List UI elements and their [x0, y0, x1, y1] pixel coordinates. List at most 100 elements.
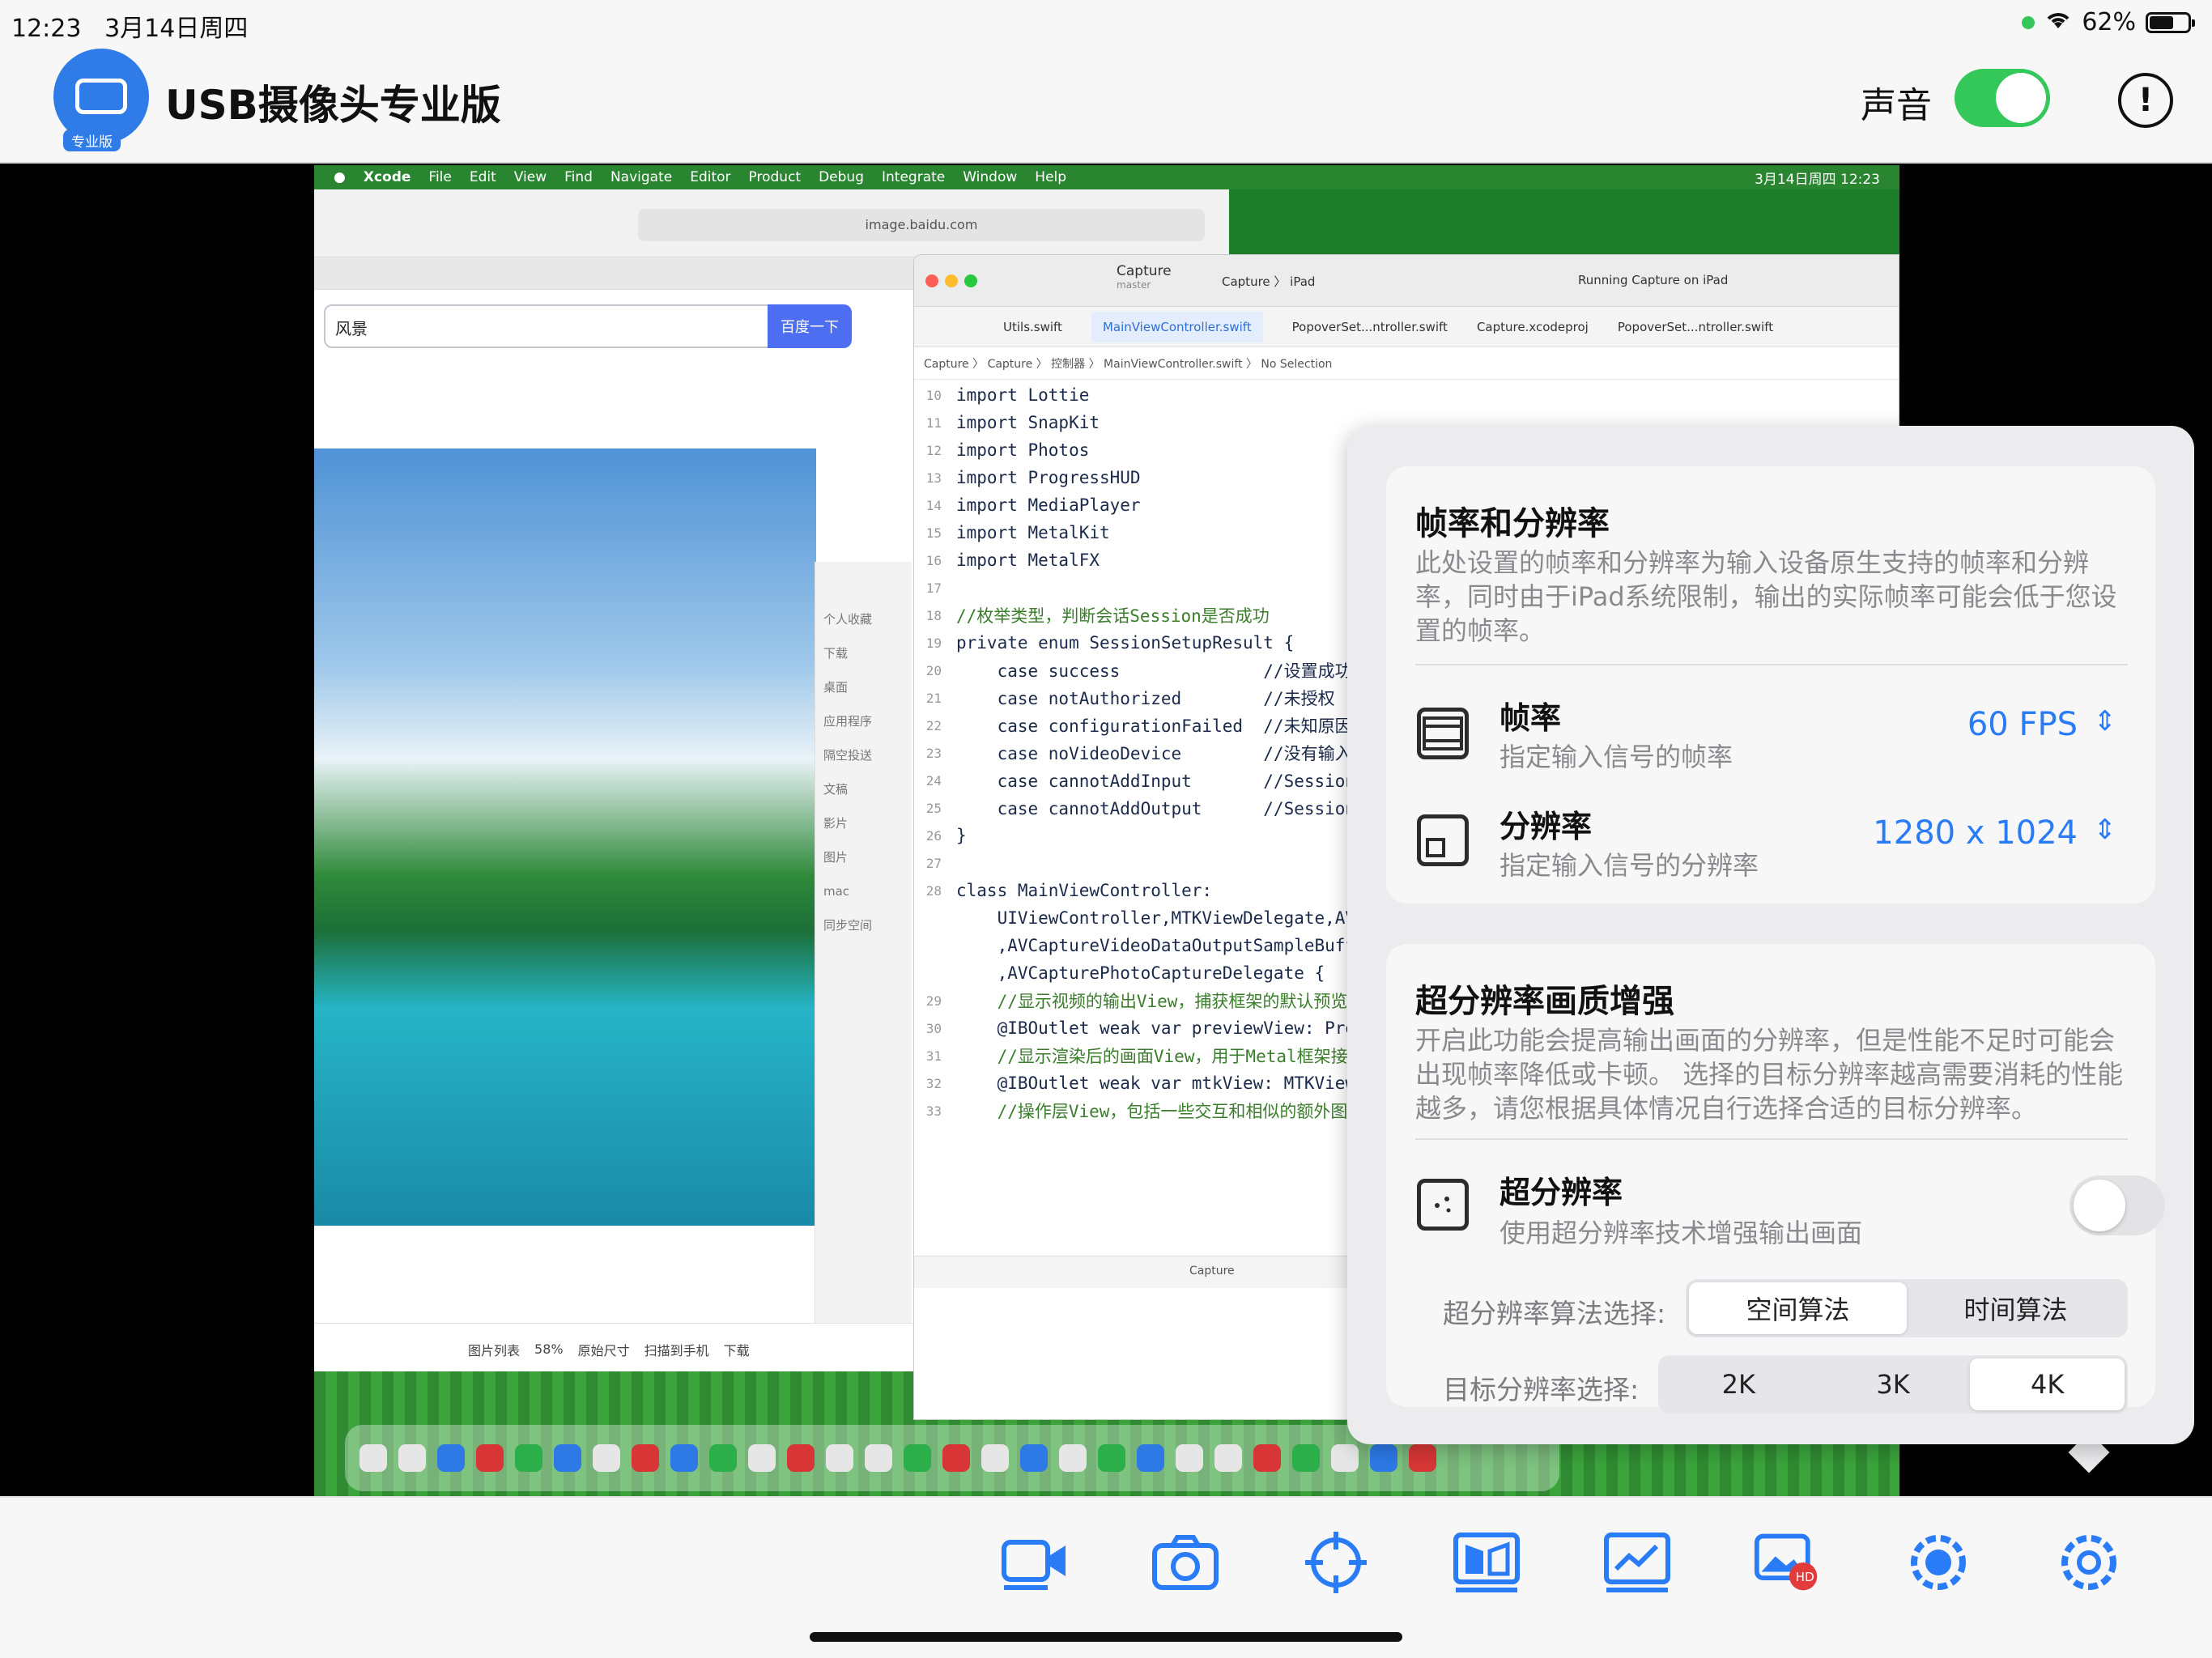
- status-item: 下载: [723, 1342, 750, 1358]
- target-option-2k[interactable]: 2K: [1661, 1358, 1816, 1410]
- code-text: //操作层View，包括一些交互和相似的额外图标: [956, 1102, 1365, 1121]
- framerate-value[interactable]: 60 FPS: [1967, 706, 2078, 743]
- dock-app-icon: [942, 1444, 970, 1472]
- xcode-toolbar: Capture master Capture 〉 iPad Running Ca…: [914, 255, 1899, 307]
- battery-icon: [2146, 11, 2195, 33]
- code-text: import MediaPlayer: [956, 495, 1141, 515]
- sound-label: 声音: [1861, 85, 1932, 126]
- line-number: 25: [925, 800, 942, 816]
- video-camera-icon[interactable]: [1001, 1528, 1069, 1596]
- divider: [1415, 1138, 2128, 1140]
- superres-toggle[interactable]: [2069, 1175, 2165, 1235]
- color-gear-icon[interactable]: [1904, 1528, 1972, 1596]
- resolution-value[interactable]: 1280 x 1024: [1873, 814, 2078, 852]
- algorithm-label: 超分辨率算法选择:: [1443, 1298, 1666, 1329]
- line-number: 23: [925, 745, 942, 761]
- dock-app-icon: [476, 1444, 504, 1472]
- code-text: private enum SessionSetupResult {: [956, 633, 1295, 653]
- line-number: 16: [925, 552, 942, 568]
- finder-item: 图片: [823, 850, 849, 865]
- line-number: 22: [925, 717, 942, 733]
- dock-app-icon: [904, 1444, 931, 1472]
- status-item: 58%: [534, 1341, 564, 1357]
- dock-app-icon: [1292, 1444, 1320, 1472]
- line-number: 27: [925, 855, 942, 871]
- line-number: 13: [925, 470, 942, 486]
- landscape-image: [314, 449, 816, 1226]
- status-clock: 12:23: [11, 15, 82, 43]
- target-option-4k[interactable]: 4K: [1970, 1358, 2125, 1410]
- dock-app-icon: [709, 1444, 737, 1472]
- menu-item: Find: [564, 169, 593, 185]
- framerate-subtitle: 指定输入信号的帧率: [1499, 742, 1733, 772]
- dock-app-icon: [515, 1444, 542, 1472]
- mirror-icon[interactable]: [1453, 1528, 1521, 1596]
- dock-app-icon: [632, 1444, 659, 1472]
- code-text: class MainViewController:: [956, 881, 1213, 900]
- code-line: 10 import Lottie: [914, 381, 1899, 409]
- xcode-tab: PopoverSet...ntroller.swift: [1617, 319, 1774, 334]
- framerate-title: 帧率: [1499, 700, 1562, 736]
- dock-app-icon: [1020, 1444, 1048, 1472]
- algorithm-option-temporal[interactable]: 时间算法: [1907, 1282, 2125, 1334]
- menu-item: Xcode: [363, 169, 411, 185]
- section-title: 帧率和分辨率: [1415, 505, 1610, 542]
- dock-app-icon: [1409, 1444, 1436, 1472]
- app-header: 12:23 3月14日周四 62% 专业版 USB摄像头专业版 声音 !: [0, 0, 2212, 164]
- resolution-icon: [1417, 814, 1469, 866]
- dock-app-icon: [1214, 1444, 1242, 1472]
- dock-app-icon: [748, 1444, 776, 1472]
- photo-camera-icon[interactable]: [1151, 1528, 1219, 1596]
- info-button[interactable]: !: [2118, 73, 2173, 128]
- line-number: 15: [925, 525, 942, 541]
- divider: [1415, 664, 2128, 665]
- svg-text:HD: HD: [1796, 1570, 1814, 1584]
- superres-subtitle: 使用超分辨率技术增强输出画面: [1499, 1218, 1863, 1248]
- settings-gear-icon[interactable]: [2055, 1528, 2123, 1596]
- section-title: 超分辨率画质增强: [1415, 983, 1674, 1020]
- line-number: 17: [925, 580, 942, 596]
- scheme-name: Capture: [1117, 263, 1172, 279]
- xcode-destination: Capture 〉 iPad: [1222, 274, 1316, 289]
- algorithm-option-spatial[interactable]: 空间算法: [1689, 1282, 1907, 1334]
- line-number: 11: [925, 414, 942, 431]
- xcode-tab: Capture.xcodeproj: [1476, 319, 1589, 334]
- line-number: 14: [925, 497, 942, 513]
- dock-app-icon: [593, 1444, 620, 1472]
- chart-icon[interactable]: [1603, 1528, 1671, 1596]
- film-frame-icon: [1417, 708, 1469, 759]
- line-number: 10: [925, 387, 942, 403]
- baidu-search-button: 百度一下: [768, 304, 852, 348]
- menu-item: Window: [963, 169, 1018, 185]
- code-text: import Photos: [956, 440, 1090, 460]
- finder-item: 同步空间: [823, 918, 873, 933]
- crosshair-icon[interactable]: [1302, 1528, 1370, 1596]
- settings-popover: 帧率和分辨率 此处设置的帧率和分辨率为输入设备原生支持的帧率和分辨率，同时由于i…: [1347, 426, 2194, 1444]
- line-number: 28: [925, 882, 942, 899]
- line-number: 29: [925, 993, 942, 1009]
- line-number: 33: [925, 1103, 942, 1119]
- status-item: 图片列表: [468, 1342, 521, 1358]
- wifi-icon: [2044, 8, 2072, 36]
- finder-item: 文稿: [823, 782, 849, 797]
- sound-toggle[interactable]: [1955, 69, 2050, 127]
- resolution-subtitle: 指定输入信号的分辨率: [1499, 850, 1759, 881]
- finder-item: 桌面: [823, 680, 849, 695]
- resolution-title: 分辨率: [1499, 809, 1593, 844]
- logo-badge: 专业版: [63, 130, 121, 151]
- code-text: case configurationFailed //未知原因的失败: [956, 716, 1403, 736]
- status-item: 原始尺寸: [577, 1342, 630, 1358]
- line-number: 18: [925, 607, 942, 623]
- hd-image-icon[interactable]: HD: [1754, 1528, 1822, 1596]
- finder-sidebar: 个人收藏 下载 桌面 应用程序 隔空投送 文稿 影片 图片 mac 同步空间: [815, 562, 912, 1428]
- target-segmented-control: 2K 3K 4K: [1658, 1355, 2128, 1414]
- minimize-icon: [945, 274, 958, 287]
- line-number: 20: [925, 662, 942, 678]
- target-option-3k[interactable]: 3K: [1816, 1358, 1971, 1410]
- code-text: //枚举类型，判断会话Session是否成功: [956, 606, 1270, 626]
- code-text: }: [956, 826, 967, 845]
- xcode-scheme: Capture master: [1117, 263, 1172, 291]
- menu-item: Editor: [690, 169, 731, 185]
- menu-item: File: [428, 169, 452, 185]
- dock-app-icon: [865, 1444, 892, 1472]
